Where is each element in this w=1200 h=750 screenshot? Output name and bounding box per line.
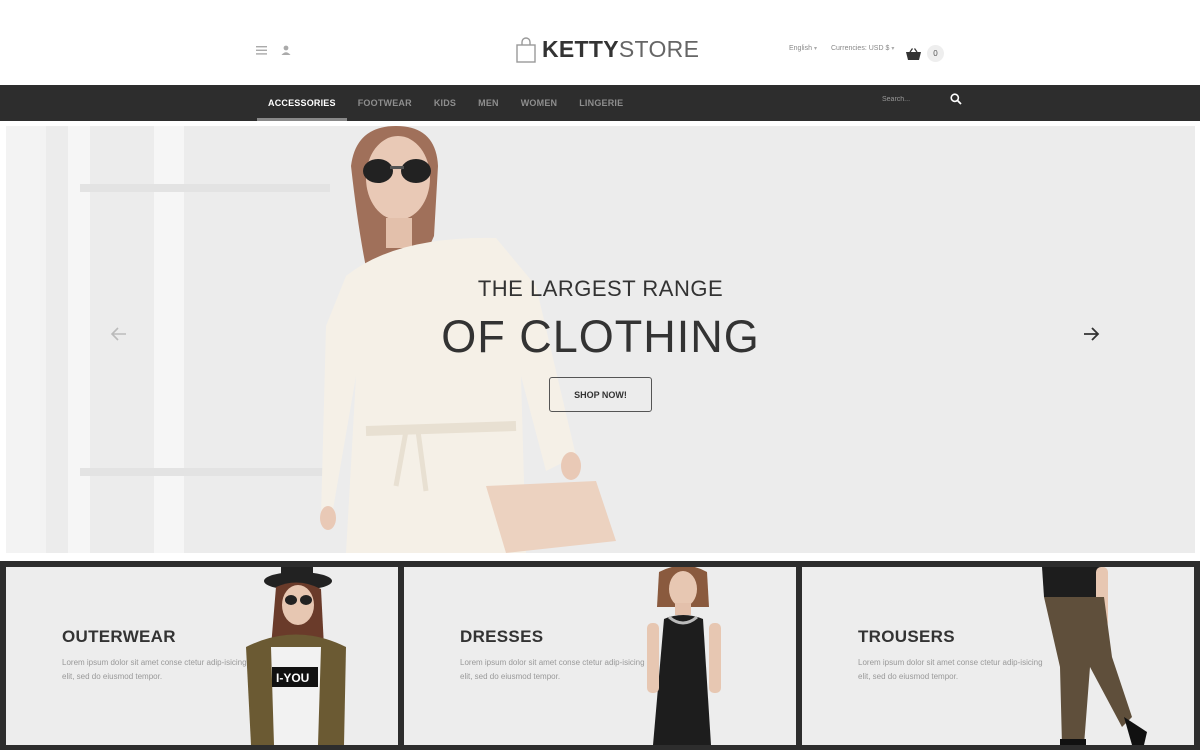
hero-subheadline: THE LARGEST RANGE <box>477 276 724 301</box>
hero-headline: OF CLOTHING <box>441 311 760 362</box>
category-card-trousers[interactable]: TROUSERS Lorem ipsum dolor sit amet cons… <box>802 567 1194 745</box>
category-description: Lorem ipsum dolor sit amet conse ctetur … <box>62 658 247 681</box>
arrow-right-icon[interactable] <box>1082 325 1100 343</box>
basket-icon <box>906 47 921 60</box>
category-description: Lorem ipsum dolor sit amet conse ctetur … <box>858 658 1043 681</box>
cart-count-badge: 0 <box>927 45 944 62</box>
main-nav: ACCESSORIES FOOTWEAR KIDS MEN WOMEN LING… <box>0 85 1200 121</box>
language-select[interactable]: English ▾ <box>789 45 817 52</box>
search-icon[interactable] <box>950 93 962 105</box>
shop-now-button[interactable]: SHOP NOW! <box>549 377 652 412</box>
store-logo[interactable]: KETTYSTORE <box>516 36 699 63</box>
search-bar <box>882 93 962 105</box>
category-card-dresses[interactable]: DRESSES Lorem ipsum dolor sit amet conse… <box>404 567 796 745</box>
arrow-left-icon[interactable] <box>110 325 128 343</box>
category-title: OUTERWEAR <box>62 627 176 646</box>
category-card-outerwear[interactable]: I-YOU OUTERWEAR Lorem ipsum dolor sit am… <box>6 567 398 745</box>
header-settings: English ▾ Currencies: USD $ ▾ <box>789 45 906 52</box>
currency-select[interactable]: Currencies: USD $ ▾ <box>831 45 894 52</box>
nav-item-women[interactable]: WOMEN <box>510 85 569 121</box>
header-left-icons <box>256 45 291 55</box>
nav-item-accessories[interactable]: ACCESSORIES <box>257 85 347 121</box>
nav-item-kids[interactable]: KIDS <box>423 85 467 121</box>
search-input[interactable] <box>882 95 922 103</box>
category-title: DRESSES <box>460 627 544 646</box>
shopping-bag-icon <box>516 36 536 63</box>
cart-button[interactable]: 0 <box>906 45 944 62</box>
user-icon[interactable] <box>281 45 291 55</box>
logo-text: KETTYSTORE <box>542 36 700 62</box>
background-shelf <box>80 184 330 192</box>
hero-slider: THE LARGEST RANGE OF CLOTHING SHOP NOW! <box>6 126 1195 553</box>
nav-item-men[interactable]: MEN <box>467 85 510 121</box>
category-banners: I-YOU OUTERWEAR Lorem ipsum dolor sit am… <box>0 561 1200 750</box>
site-header: KETTYSTORE English ▾ Currencies: USD $ ▾ 0 <box>0 0 1200 85</box>
svg-text:I-YOU: I-YOU <box>276 671 309 685</box>
category-description: Lorem ipsum dolor sit amet conse ctetur … <box>460 658 645 681</box>
hamburger-icon[interactable] <box>256 45 267 55</box>
nav-item-footwear[interactable]: FOOTWEAR <box>347 85 423 121</box>
category-title: TROUSERS <box>858 627 955 646</box>
trousers-model-image <box>1042 567 1147 745</box>
nav-item-lingerie[interactable]: LINGERIE <box>568 85 634 121</box>
background-shelf <box>80 468 330 476</box>
